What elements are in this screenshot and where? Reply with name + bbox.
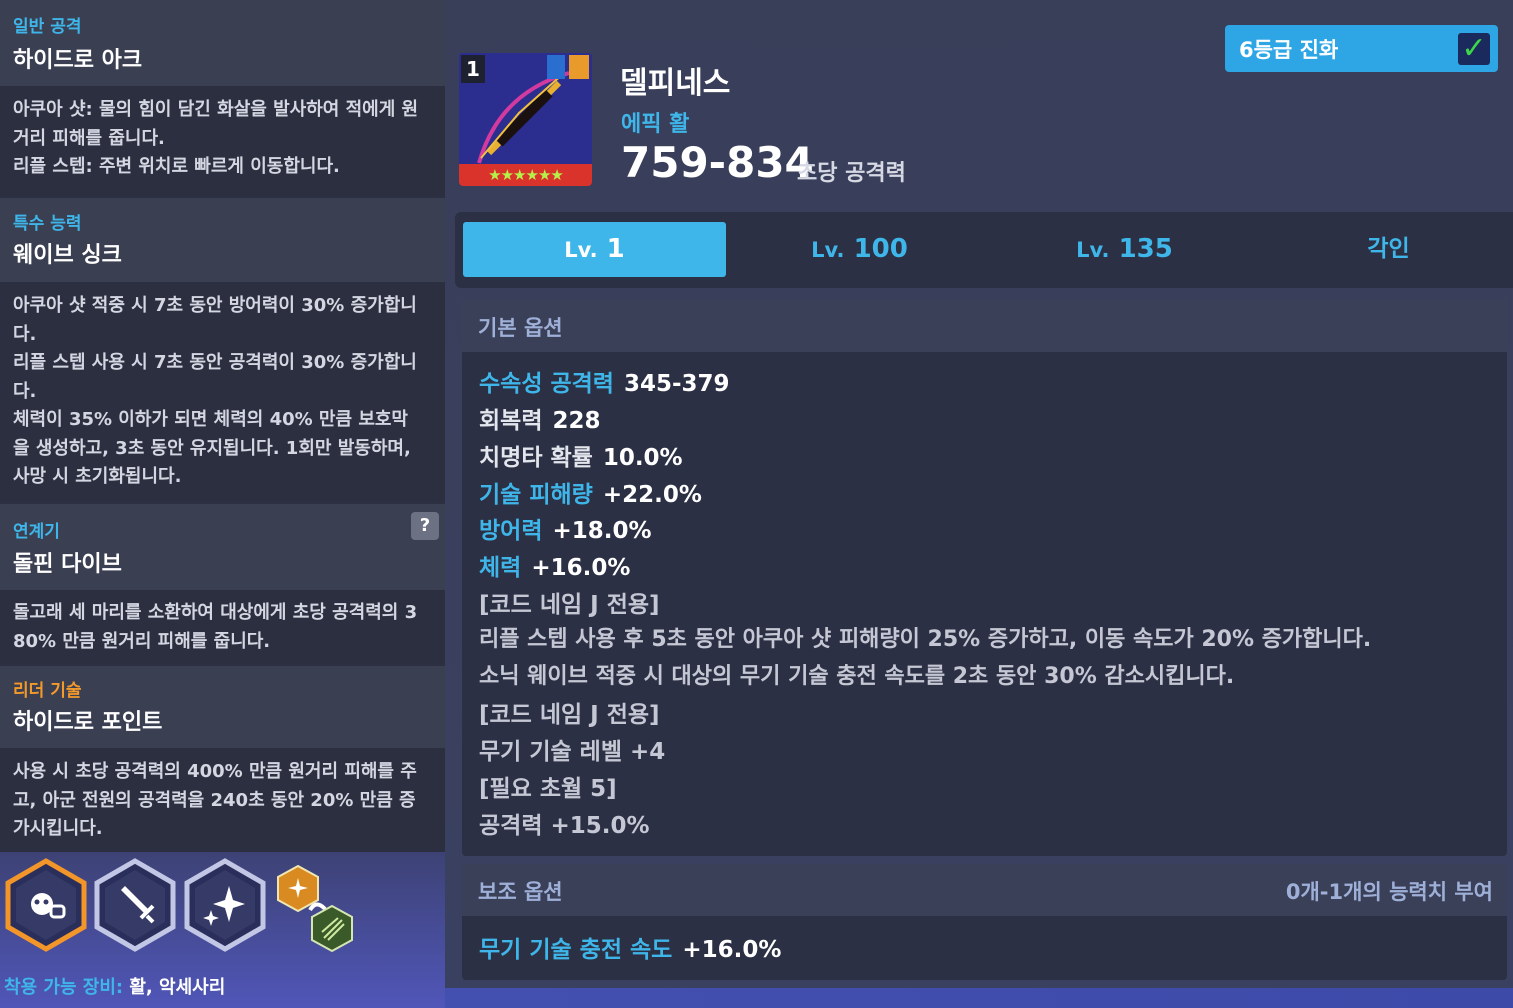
- normal-attack-header: 일반 공격 하이드로 아크: [0, 0, 445, 86]
- normal-attack-category: 일반 공격: [13, 17, 82, 37]
- level-tabs: Lv. 1 Lv. 100 Lv. 135 각인: [455, 212, 1513, 288]
- sub-options-header: 보조 옵션 0개-1개의 능력치 부여: [462, 864, 1507, 916]
- cat-paw-icon[interactable]: [4, 858, 88, 952]
- desc-line: 아쿠아 샷 적중 시 7초 동안 방어력이 30% 증가합니: [13, 295, 417, 316]
- desc-line: 80% 만큼 원거리 피해를 줍니다.: [13, 630, 271, 652]
- sub-options-title: 보조 옵션: [478, 880, 563, 904]
- option-line: [코드 네임 J 전용]: [479, 592, 660, 618]
- evolve-label: 6등급 진화: [1239, 38, 1339, 62]
- tab-engrave[interactable]: 각인: [1257, 222, 1513, 277]
- option-line: 수속성 공격력 345-379: [479, 371, 730, 397]
- option-line: 치명타 확률 10.0%: [479, 445, 683, 471]
- chain-header: 연계기 돌핀 다이브 ?: [0, 504, 445, 590]
- equip-value: 활, 악세사리: [129, 977, 226, 998]
- desc-line: 리플 스텝: 주변 위치로 빠르게 이동합니다.: [13, 156, 340, 177]
- chain-desc: 돌고래 세 마리를 소환하여 대상에게 초당 공격력의 3 80% 만큼 원거리…: [0, 590, 445, 664]
- leader-desc: 사용 시 초당 공격력의 400% 만큼 원거리 피해를 주 고, 아군 전원의…: [0, 748, 445, 852]
- option-line: 체력 +16.0%: [479, 555, 631, 581]
- skill-panel: 일반 공격 하이드로 아크 아쿠아 샷: 물의 힘이 담긴 화살을 발사하여 적…: [0, 0, 445, 1008]
- desc-line: 가시킵니다.: [13, 818, 103, 839]
- leader-category: 리더 기술: [13, 681, 82, 701]
- tab-lv-1[interactable]: Lv. 1: [463, 222, 726, 277]
- special-category: 특수 능력: [13, 214, 82, 234]
- option-line: 공격력 +15.0%: [479, 813, 650, 839]
- bottom-strip: [445, 988, 1513, 1008]
- equip-label: 착용 가능 장비:: [4, 977, 124, 998]
- desc-line: 체력이 35% 이하가 되면 체력의 40% 만큼 보호막: [13, 409, 408, 430]
- chain-link-icon[interactable]: [272, 860, 356, 954]
- option-line: 회복력 228: [479, 408, 601, 434]
- weapon-name: 델피네스: [620, 66, 731, 101]
- help-button[interactable]: ?: [411, 512, 439, 540]
- evolve-toggle[interactable]: 6등급 진화 ✓: [1225, 25, 1498, 72]
- option-line: [필요 초월 5]: [479, 776, 617, 802]
- desc-line: 사용 시 초당 공격력의 400% 만큼 원거리 피해를 주: [13, 761, 417, 782]
- desc-line: 고, 아군 전원의 공격력을 240초 동안 20% 만큼 증: [13, 789, 416, 811]
- equip-info: 착용 가능 장비: 활, 악세사리: [4, 973, 225, 999]
- option-line: 기술 피해량 +22.0%: [479, 482, 702, 508]
- option-line: [코드 네임 J 전용]: [479, 702, 660, 728]
- basic-options-title: 기본 옵션: [478, 316, 563, 340]
- desc-line: 을 생성하고, 3초 동안 유지됩니다. 1회만 발동하며,: [13, 437, 411, 459]
- weapon-attack-label: 초당 공격력: [797, 161, 906, 186]
- desc-line: 아쿠아 샷: 물의 힘이 담긴 화살을 발사하여 적에게 원: [13, 99, 419, 120]
- option-line: 무기 기술 레벨 +4: [479, 739, 666, 765]
- weapon-attack-value: 759-834: [621, 138, 814, 187]
- leader-name: 하이드로 포인트: [13, 710, 163, 735]
- slot-level-badge: 1: [461, 55, 485, 83]
- weapon-portrait: 1 ★★★★★★: [459, 53, 592, 186]
- desc-line: 사망 시 초기화됩니다.: [13, 466, 182, 487]
- leader-header: 리더 기술 하이드로 포인트: [0, 666, 445, 748]
- special-desc: 아쿠아 샷 적중 시 7초 동안 방어력이 30% 증가합니 다. 리플 스텝 …: [0, 282, 445, 502]
- desc-line: 다.: [13, 380, 37, 402]
- tab-lv-100[interactable]: Lv. 100: [728, 222, 991, 277]
- chain-category: 연계기: [13, 522, 60, 542]
- desc-line: 거리 피해를 줍니다.: [13, 127, 165, 149]
- star-rating: ★★★★★★: [459, 164, 592, 186]
- checkmark-icon[interactable]: ✓: [1458, 33, 1490, 65]
- tab-lv-135[interactable]: Lv. 135: [993, 222, 1256, 277]
- sub-option-line: 무기 기술 충전 속도 +16.0%: [479, 937, 782, 963]
- special-name: 웨이브 싱크: [13, 243, 122, 268]
- weapon-type: 에픽 활: [621, 112, 690, 137]
- basic-options-header: 기본 옵션: [462, 300, 1507, 352]
- option-line: 소닉 웨이브 적중 시 대상의 무기 기술 충전 속도를 2초 동안 30% 감…: [479, 664, 1235, 689]
- special-header: 특수 능력 웨이브 싱크: [0, 198, 445, 282]
- normal-attack-desc: 아쿠아 샷: 물의 힘이 담긴 화살을 발사하여 적에게 원 거리 피해를 줍니…: [0, 86, 445, 196]
- chain-name: 돌핀 다이브: [13, 552, 122, 577]
- option-line: 리플 스텝 사용 후 5초 동안 아쿠아 샷 피해량이 25% 증가하고, 이동…: [479, 627, 1372, 652]
- normal-attack-name: 하이드로 아크: [13, 48, 143, 73]
- sub-options-note: 0개-1개의 능력치 부여: [1285, 880, 1493, 904]
- sparkle-icon[interactable]: [183, 858, 267, 952]
- desc-line: 다.: [13, 323, 37, 345]
- desc-line: 리플 스텝 사용 시 7초 동안 공격력이 30% 증가합니: [13, 352, 417, 373]
- option-line: 방어력 +18.0%: [479, 518, 652, 544]
- desc-line: 돌고래 세 마리를 소환하여 대상에게 초당 공격력의 3: [13, 602, 418, 623]
- sword-icon[interactable]: [93, 858, 177, 952]
